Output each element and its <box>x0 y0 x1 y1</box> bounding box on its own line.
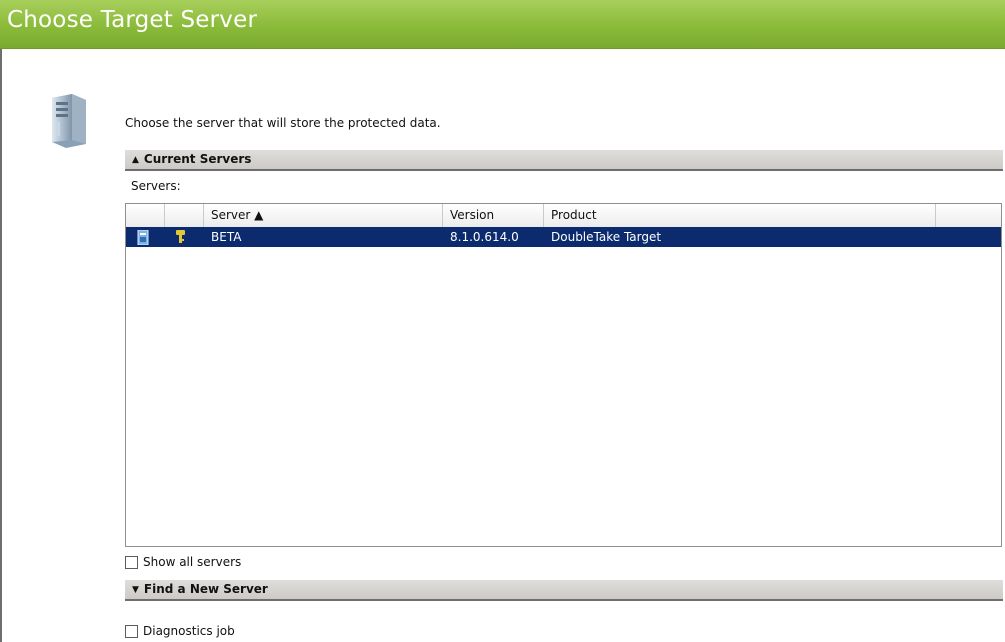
find-new-server-section-header[interactable]: ▼ Find a New Server <box>125 580 1003 601</box>
servers-label: Servers: <box>131 179 181 193</box>
window-left-border <box>0 0 2 642</box>
grid-header: Server ▲ Version Product <box>126 204 1001 228</box>
page-title: Choose Target Server <box>7 7 258 33</box>
section-label: Current Servers <box>143 152 252 166</box>
column-header-security[interactable] <box>165 204 204 227</box>
diagnostics-job-option[interactable]: Diagnostics job <box>125 624 235 638</box>
product-cell: DoubleTake Target <box>551 230 662 244</box>
version-cell: 8.1.0.614.0 <box>450 230 519 244</box>
servers-grid[interactable]: Server ▲ Version Product BETA 8.1.0.614.… <box>125 203 1002 547</box>
show-all-servers-option[interactable]: Show all servers <box>125 555 241 569</box>
column-header-status[interactable] <box>126 204 165 227</box>
expand-arrow-icon: ▼ <box>132 585 139 595</box>
diagnostics-job-label: Diagnostics job <box>143 624 235 638</box>
show-all-servers-checkbox[interactable] <box>125 555 138 569</box>
key-icon <box>176 230 185 243</box>
table-row[interactable]: BETA 8.1.0.614.0 DoubleTake Target <box>126 227 1001 247</box>
column-header-version[interactable]: Version <box>443 204 544 227</box>
column-header-server[interactable]: Server ▲ <box>204 204 443 227</box>
diagnostics-job-checkbox[interactable] <box>125 624 138 638</box>
column-header-product[interactable]: Product <box>544 204 936 227</box>
server-tower-icon <box>52 94 86 148</box>
instructions-text: Choose the server that will store the pr… <box>125 116 441 130</box>
server-status-icon <box>137 230 149 245</box>
page-header: Choose Target Server <box>0 0 1005 49</box>
collapse-arrow-icon: ▲ <box>132 155 139 165</box>
column-header-extra[interactable] <box>936 204 1001 227</box>
server-name-cell: BETA <box>211 230 242 244</box>
show-all-servers-label: Show all servers <box>143 555 242 569</box>
section-label: Find a New Server <box>143 582 268 596</box>
current-servers-section-header[interactable]: ▲ Current Servers <box>125 150 1003 171</box>
